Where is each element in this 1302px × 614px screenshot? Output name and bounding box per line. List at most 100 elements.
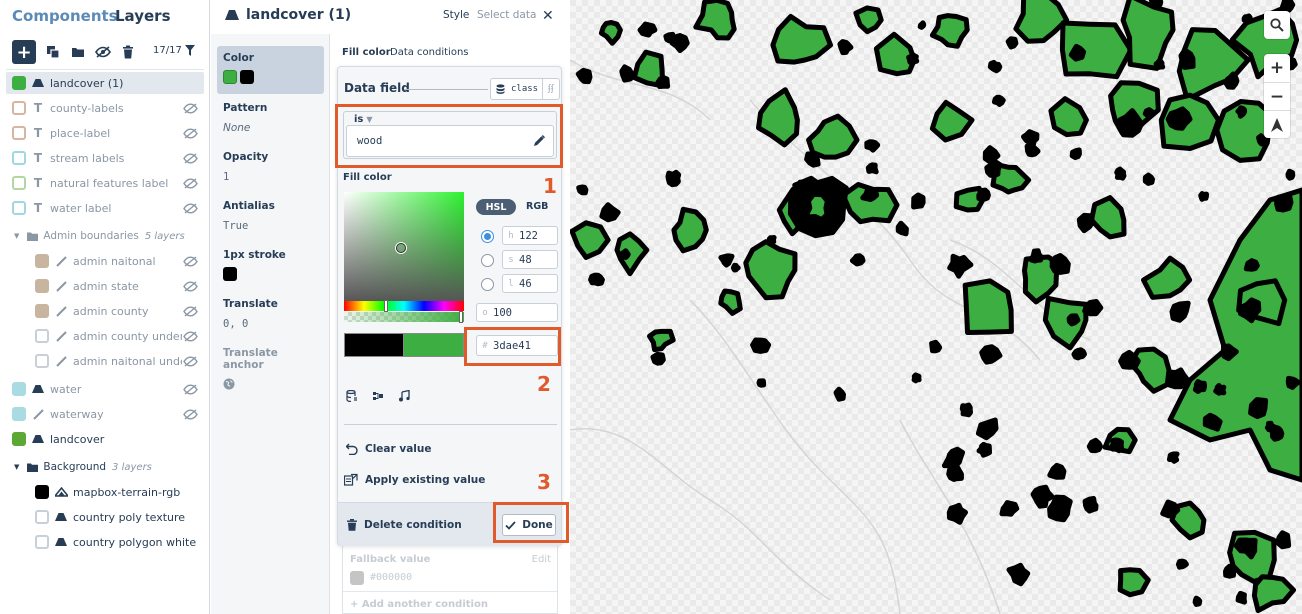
data-field-select[interactable]: class ʄʄ [490,78,560,100]
layer-swatch[interactable] [35,485,49,499]
alpha-handle[interactable] [459,311,463,323]
radio-l[interactable] [481,278,494,291]
visibility-toggle-icon[interactable] [182,152,198,164]
layer-swatch[interactable] [12,126,26,140]
visibility-toggle-icon[interactable] [182,355,198,367]
picker-handle[interactable] [396,243,406,253]
layer-row[interactable]: admin naitonal under [29,350,204,372]
layer-swatch[interactable] [35,254,49,268]
delete-condition-button[interactable]: Delete condition [347,519,462,531]
layer-row[interactable]: water [6,378,204,400]
layer-row[interactable]: Tcounty-labels [6,97,204,119]
layer-row[interactable]: Tnatural features label [6,172,204,194]
layer-row[interactable]: admin state [29,275,204,297]
opacity-input[interactable]: o 100 [476,303,558,322]
layer-swatch[interactable] [12,201,26,215]
visibility-toggle-icon[interactable] [182,383,198,395]
hue-handle[interactable] [384,300,388,312]
zoom-out-icon[interactable]: − [1264,82,1290,110]
zoom-stops-icon[interactable] [372,390,384,402]
data-source-icon[interactable] [346,390,358,402]
fallback-edit-link[interactable]: Edit [532,554,551,565]
layer-swatch[interactable] [12,432,26,446]
layer-row[interactable]: Tplace-label [6,122,204,144]
layer-swatch[interactable] [35,535,49,549]
layer-row[interactable]: mapbox-terrain-rgb [29,481,204,503]
rgb-toggle[interactable]: RGB [526,201,548,212]
hide-icon[interactable] [92,41,114,63]
hue-slider[interactable] [344,300,464,312]
layer-row[interactable]: admin county under [29,325,204,347]
layer-row[interactable]: Twater label [6,197,204,219]
tab-style[interactable]: Style [443,9,469,21]
alpha-slider[interactable] [344,311,464,323]
zoom-in-icon[interactable]: + [1270,54,1284,82]
hue-input[interactable]: h 122 [502,226,558,245]
layer-row[interactable]: landcover [6,428,204,450]
layer-filter[interactable]: 17/17 [153,45,195,56]
lightness-input[interactable]: l 46 [502,274,558,293]
layer-swatch[interactable] [12,76,26,90]
tab-select-data[interactable]: Select data [477,9,536,21]
layer-row[interactable]: country polygon white [29,531,204,553]
layer-row[interactable]: waterway [6,403,204,425]
layer-swatch[interactable] [35,279,49,293]
caret-down-icon[interactable]: ▼ [14,463,19,471]
visibility-toggle-icon[interactable] [182,408,198,420]
folder-icon[interactable] [67,41,89,63]
layer-row[interactable]: Tstream labels [6,147,204,169]
property-translate-anchor[interactable]: Translate anchor [217,347,324,390]
layer-row[interactable]: admin naitonal [29,250,204,272]
map-canvas[interactable]: + − [570,0,1302,614]
add-layer-button[interactable]: + [12,40,36,64]
visibility-toggle-icon[interactable] [182,102,198,114]
visibility-toggle-icon[interactable] [182,202,198,214]
visibility-toggle-icon[interactable] [182,305,198,317]
property-stroke[interactable]: 1px stroke [217,249,324,281]
add-condition-button[interactable]: + Add another condition [350,599,488,610]
radio-s[interactable] [481,254,494,267]
map-search-button[interactable] [1264,11,1290,39]
expression-icon[interactable]: ʄʄ [543,84,559,94]
tab-data-conditions[interactable]: Data conditions [390,47,469,58]
layer-swatch[interactable] [35,304,49,318]
visibility-toggle-icon[interactable] [182,330,198,342]
visibility-toggle-icon[interactable] [182,177,198,189]
trash-icon[interactable] [117,41,139,63]
layer-swatch[interactable] [12,101,26,115]
visibility-toggle-icon[interactable] [182,280,198,292]
hsl-toggle[interactable]: HSL [476,199,516,215]
property-pattern[interactable]: Pattern None [217,102,324,134]
property-color[interactable]: Color [217,46,324,94]
layer-swatch[interactable] [12,176,26,190]
saturation-input[interactable]: s 48 [502,250,558,269]
property-translate[interactable]: Translate 0, 0 [217,298,324,330]
layer-row[interactable]: admin county [29,300,204,322]
compass-icon[interactable] [1264,110,1290,138]
clear-value-button[interactable]: Clear value [346,443,431,455]
layer-swatch[interactable] [12,151,26,165]
property-opacity[interactable]: Opacity 1 [217,151,324,183]
layer-swatch[interactable] [35,510,49,524]
layer-swatch[interactable] [12,407,26,421]
tab-fill-color[interactable]: Fill color [342,47,391,58]
duplicate-icon[interactable] [42,41,64,63]
apply-existing-value-button[interactable]: Apply existing value [344,473,485,486]
visibility-toggle-icon[interactable] [182,255,198,267]
layer-swatch[interactable] [35,354,49,368]
note-icon[interactable] [398,390,410,402]
layer-swatch[interactable] [35,329,49,343]
caret-down-icon[interactable]: ▼ [14,232,19,240]
property-antialias[interactable]: Antialias True [217,200,324,232]
layer-row[interactable]: country poly texture [29,506,204,528]
close-icon[interactable]: ✕ [542,8,554,24]
layer-group-header[interactable]: ▼ Background 3 layers [14,457,204,477]
visibility-toggle-icon[interactable] [182,127,198,139]
layer-group-header[interactable]: ▼ Admin boundaries 5 layers [14,226,204,246]
layer-swatch[interactable] [12,382,26,396]
layer-row[interactable]: landcover (1) [6,72,204,94]
tab-layers[interactable]: Layers [115,7,171,25]
tab-components[interactable]: Components [12,7,118,25]
saturation-picker[interactable] [344,192,464,302]
radio-h[interactable] [481,230,494,243]
